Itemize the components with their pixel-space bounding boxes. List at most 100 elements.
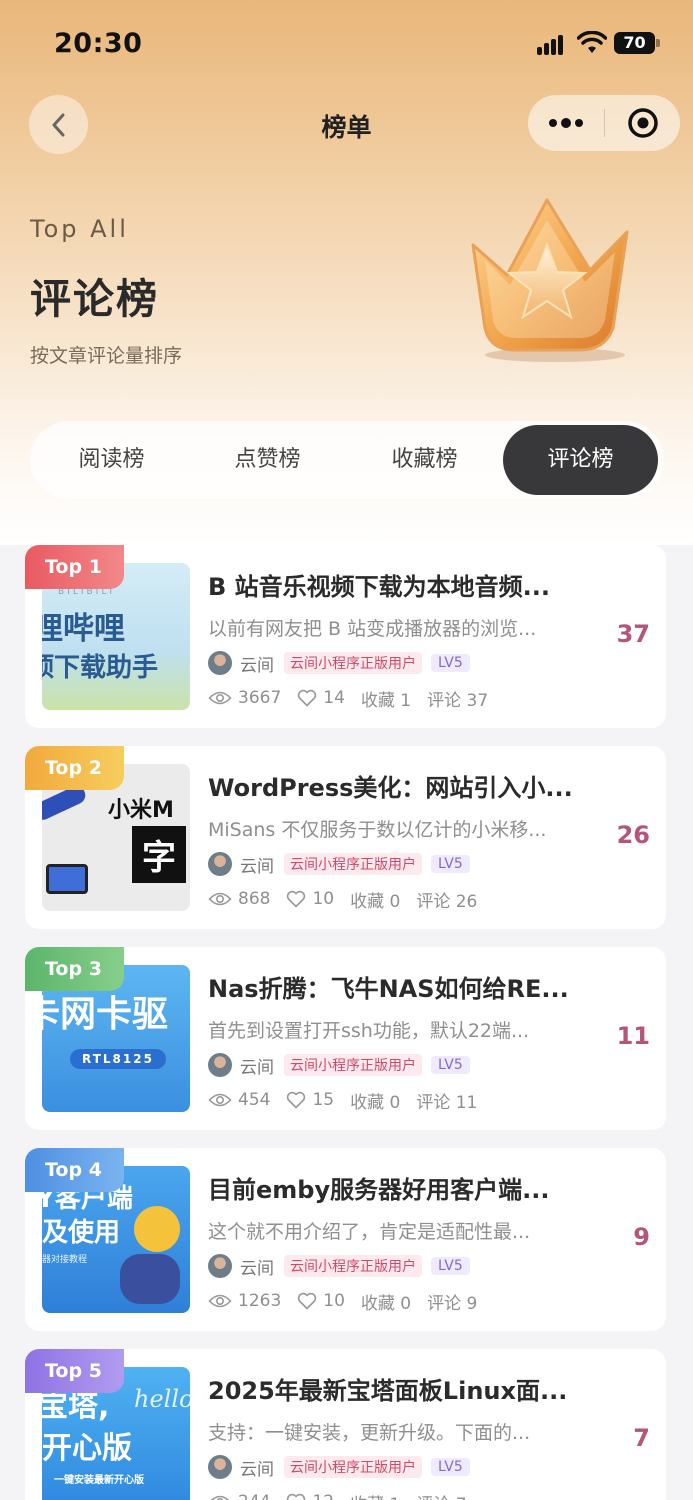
- like-count: 10: [323, 1291, 345, 1311]
- stats-row: 868 10 收藏 0 评论 26: [208, 886, 477, 912]
- like-count: 14: [323, 688, 345, 708]
- ranking-card[interactable]: 卡网卡驱 RTL8125 Top 3 Nas折腾：飞牛NAS如何给RE... 首…: [25, 947, 666, 1130]
- article-title[interactable]: WordPress美化：网站引入小...: [208, 768, 598, 803]
- comment-score: 9: [633, 1223, 650, 1251]
- author-name: 云间: [240, 1057, 274, 1078]
- article-excerpt: MiSans 不仅服务于数以亿计的小米移...: [208, 819, 547, 841]
- status-time: 20:30: [54, 28, 143, 59]
- view-count: 244: [238, 1492, 270, 1500]
- author-row: 云间 云间小程序正版用户 LV5: [208, 650, 470, 676]
- target-close-icon: [627, 108, 658, 138]
- cellular-signal-icon: [537, 33, 569, 55]
- thumb-caption: 小米M: [108, 798, 174, 823]
- stats-row: 244 12 收藏 1 评论 7: [208, 1489, 467, 1500]
- level-badge: LV5: [431, 855, 470, 873]
- article-excerpt: 首先到设置打开ssh功能，默认22端...: [208, 1020, 530, 1042]
- avatar: [208, 651, 232, 675]
- more-button[interactable]: [528, 95, 604, 151]
- wifi-icon: [577, 31, 607, 53]
- rank-badge: Top 5: [25, 1349, 124, 1393]
- comment-score: 26: [616, 821, 650, 849]
- favorite-count: 收藏 1: [350, 1490, 400, 1500]
- ranking-tabs: 阅读榜 点赞榜 收藏榜 评论榜: [30, 421, 664, 499]
- thumb-caption: 顶下载助手: [42, 653, 159, 683]
- view-count: 3667: [238, 688, 282, 708]
- article-title[interactable]: Nas折腾：飞牛NAS如何给RE...: [208, 969, 598, 1004]
- article-title[interactable]: B 站音乐视频下载为本地音频...: [208, 567, 598, 602]
- eye-icon: [208, 1092, 232, 1108]
- thumb-caption: hello: [134, 1385, 190, 1413]
- author-name: 云间: [240, 856, 274, 877]
- avatar: [208, 852, 232, 876]
- ranking-card[interactable]: Y客户端 及使用 器对接教程 Top 4 目前emby服务器好用客户端... 这…: [25, 1148, 666, 1331]
- thumb-caption: 及使用: [42, 1218, 121, 1248]
- rank-badge: Top 2: [25, 746, 124, 790]
- rank-badge: Top 3: [25, 947, 124, 991]
- article-title[interactable]: 目前emby服务器好用客户端...: [208, 1170, 598, 1205]
- article-excerpt: 这个就不用介绍了，肯定是适配性最...: [208, 1221, 531, 1243]
- level-badge: LV5: [431, 1458, 470, 1476]
- comment-count: 评论 7: [416, 1490, 466, 1500]
- close-mini-program-button[interactable]: [605, 95, 680, 151]
- author-row: 云间 云间小程序正版用户 LV5: [208, 1253, 470, 1279]
- eye-icon: [208, 891, 232, 907]
- article-title[interactable]: 2025年最新宝塔面板Linux面...: [208, 1371, 598, 1406]
- ranking-card[interactable]: 小米M 字 Top 2 WordPress美化：网站引入小... MiSans …: [25, 746, 666, 929]
- avatar: [208, 1254, 232, 1278]
- crown-star-icon: [471, 198, 629, 362]
- rank-badge: Top 1: [25, 545, 124, 589]
- view-count: 1263: [238, 1291, 282, 1311]
- comment-score: 11: [616, 1022, 650, 1050]
- thumb-caption: 开心版: [42, 1431, 132, 1466]
- eye-icon: [208, 1293, 232, 1309]
- article-excerpt: 支持：一键安装，更新升级。下面的...: [208, 1422, 531, 1444]
- author-row: 云间 云间小程序正版用户 LV5: [208, 1052, 470, 1078]
- heart-icon: [286, 1493, 306, 1500]
- hero-english-label: Top All: [30, 215, 129, 243]
- like-count: 10: [312, 889, 335, 909]
- user-tag-badge: 云间小程序正版用户: [284, 652, 422, 674]
- favorite-count: 收藏 0: [350, 891, 401, 912]
- like-count: 12: [312, 1492, 334, 1500]
- author-name: 云间: [240, 655, 274, 676]
- tab-favorites[interactable]: 收藏榜: [347, 425, 502, 495]
- user-tag-badge: 云间小程序正版用户: [284, 853, 422, 875]
- tab-comments[interactable]: 评论榜: [503, 425, 658, 495]
- thumb-caption: 卡网卡驱: [42, 994, 169, 1035]
- hero-subtitle: 按文章评论量排序: [30, 345, 183, 367]
- like-count: 15: [312, 1090, 335, 1110]
- rank-badge: Top 4: [25, 1148, 124, 1192]
- favorite-count: 收藏 0: [360, 1293, 412, 1314]
- battery-level: 70: [614, 32, 655, 54]
- heart-icon: [286, 890, 306, 908]
- author-name: 云间: [240, 1459, 274, 1480]
- favorite-count: 收藏 1: [360, 690, 412, 711]
- author-row: 云间 云间小程序正版用户 LV5: [208, 851, 470, 877]
- ranking-card[interactable]: BILIBILI 哩哔哩 顶下载助手 Top 1 B 站音乐视频下载为本地音频.…: [25, 545, 666, 728]
- heart-icon: [297, 1292, 317, 1310]
- eye-icon: [208, 1494, 232, 1500]
- tab-likes[interactable]: 点赞榜: [190, 425, 345, 495]
- tab-reads[interactable]: 阅读榜: [34, 425, 189, 495]
- more-dots-icon: [549, 118, 583, 128]
- mini-program-capsule: [528, 95, 680, 151]
- user-tag-badge: 云间小程序正版用户: [284, 1255, 422, 1277]
- comment-count: 评论 37: [427, 690, 489, 711]
- level-badge: LV5: [431, 1056, 470, 1074]
- article-excerpt: 以前有网友把 B 站变成播放器的浏览...: [208, 618, 537, 640]
- thumb-caption: 哩哔哩: [42, 611, 125, 647]
- stats-row: 454 15 收藏 0 评论 11: [208, 1087, 477, 1113]
- thumb-caption: 器对接教程: [42, 1255, 88, 1265]
- heart-icon: [297, 689, 317, 707]
- hero-title: 评论榜: [30, 275, 159, 323]
- avatar: [208, 1053, 232, 1077]
- comment-score: 7: [633, 1424, 650, 1452]
- level-badge: LV5: [431, 654, 470, 672]
- thumb-decoration: [46, 864, 88, 894]
- user-tag-badge: 云间小程序正版用户: [284, 1456, 422, 1478]
- eye-icon: [208, 690, 232, 706]
- avatar: [208, 1455, 232, 1479]
- view-count: 868: [238, 889, 271, 909]
- ranking-card[interactable]: 宝塔, 开心版 hello 一键安装最新开心版 Top 5 2025年最新宝塔面…: [25, 1349, 666, 1500]
- stats-row: 3667 14 收藏 1 评论 37: [208, 685, 488, 711]
